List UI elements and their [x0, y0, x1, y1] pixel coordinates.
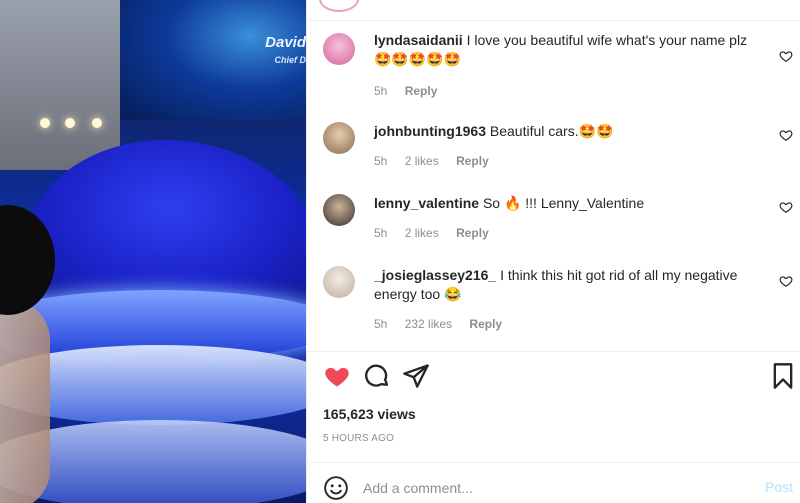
like-comment-heart-icon[interactable]: [779, 49, 793, 63]
comment-emoji-line: 🤩🤩🤩🤩🤩: [374, 51, 462, 67]
post-side-panel: lyndasaidanii I love you beautiful wife …: [306, 0, 800, 503]
share-paper-plane-icon[interactable]: [402, 362, 430, 390]
screen-name-text: David: [265, 34, 306, 51]
commenter-avatar[interactable]: [323, 266, 355, 298]
comment-username[interactable]: lenny_valentine: [374, 195, 479, 211]
comment-likes[interactable]: 2 likes: [405, 154, 439, 168]
comment-likes[interactable]: 2 likes: [405, 226, 439, 240]
comment-username[interactable]: _josieglassey216_: [374, 267, 496, 283]
post-timestamp[interactable]: 5 HOURS AGO: [323, 433, 394, 444]
add-comment-bar: Post: [307, 463, 800, 503]
reply-button[interactable]: Reply: [456, 154, 489, 168]
comment-likes[interactable]: 232 likes: [405, 317, 452, 331]
comment-username[interactable]: johnbunting1963: [374, 123, 486, 139]
comment-text: Beautiful cars.🤩🤩: [489, 123, 614, 139]
like-comment-heart-icon[interactable]: [779, 274, 793, 288]
comment-text: So 🔥 !!! Lenny_Valentine: [482, 195, 645, 211]
post-actions: [307, 362, 800, 394]
liked-heart-icon[interactable]: [323, 362, 351, 390]
comment-item: lenny_valentine So 🔥 !!! Lenny_Valentine…: [307, 192, 800, 244]
view-count[interactable]: 165,623 views: [323, 406, 416, 422]
background-wall: [0, 0, 120, 170]
person-foreground: [0, 300, 50, 503]
add-comment-input[interactable]: [363, 473, 733, 503]
comment-time[interactable]: 5h: [374, 154, 387, 168]
ceiling-lights: [40, 118, 120, 130]
comment-item: johnbunting1963 Beautiful cars.🤩🤩 5h 2 l…: [307, 120, 800, 172]
comment-bubble-icon[interactable]: [363, 362, 391, 390]
reply-button[interactable]: Reply: [456, 226, 489, 240]
comment-username[interactable]: lyndasaidanii: [374, 32, 463, 48]
emoji-smiley-icon[interactable]: [323, 475, 349, 501]
commenter-avatar[interactable]: [323, 194, 355, 226]
screen-subtitle-text: Chief D: [274, 55, 307, 65]
actions-divider: [307, 351, 800, 352]
author-avatar[interactable]: [319, 0, 359, 12]
like-comment-heart-icon[interactable]: [779, 200, 793, 214]
video-media[interactable]: David Chief D: [0, 0, 306, 503]
comment-time[interactable]: 5h: [374, 317, 387, 331]
reply-button[interactable]: Reply: [405, 84, 438, 98]
comment-text: I love you beautiful wife what's your na…: [466, 32, 748, 48]
comment-time[interactable]: 5h: [374, 226, 387, 240]
comment-time[interactable]: 5h: [374, 84, 387, 98]
comment-item: lyndasaidanii I love you beautiful wife …: [307, 31, 800, 101]
commenter-avatar[interactable]: [323, 122, 355, 154]
comment-list: lyndasaidanii I love you beautiful wife …: [307, 21, 800, 351]
like-comment-heart-icon[interactable]: [779, 128, 793, 142]
bookmark-icon[interactable]: [769, 362, 797, 390]
reply-button[interactable]: Reply: [469, 317, 502, 331]
commenter-avatar[interactable]: [323, 33, 355, 65]
post-comment-button[interactable]: Post: [765, 479, 793, 495]
display-screen: David Chief D: [120, 0, 306, 120]
comment-item: _josieglassey216_ I think this hit got r…: [307, 264, 800, 334]
